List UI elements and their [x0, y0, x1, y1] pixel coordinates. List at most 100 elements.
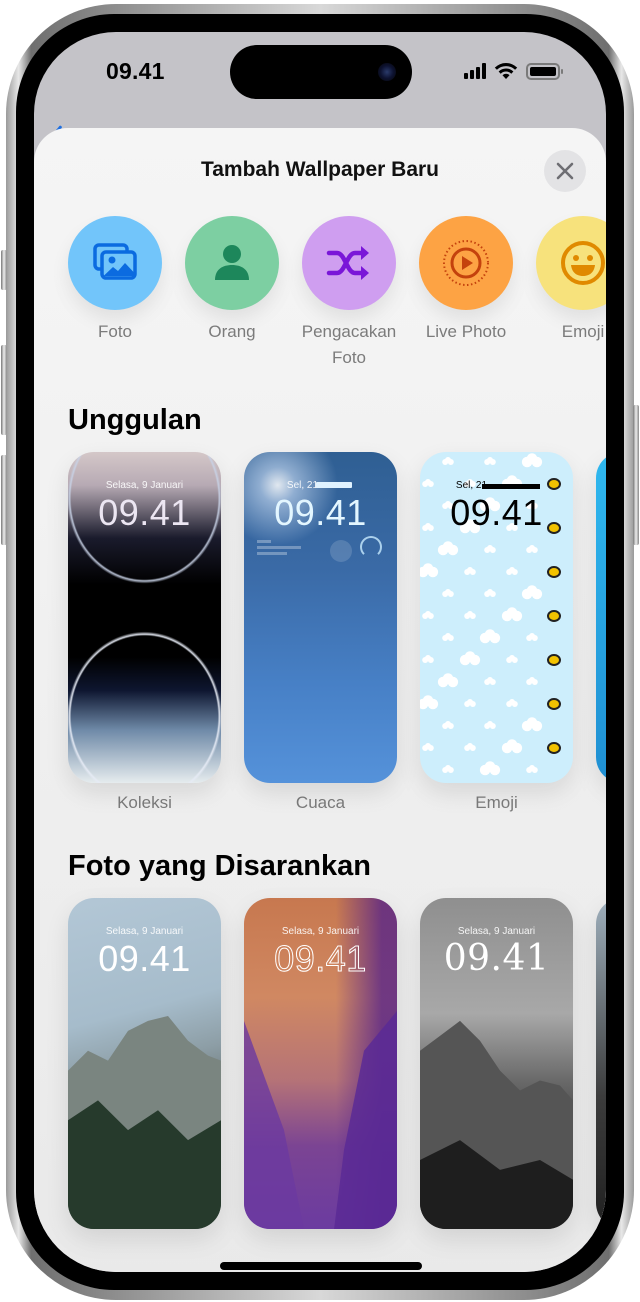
- category-people-circle[interactable]: [185, 216, 279, 310]
- volume-down-button: [1, 455, 7, 545]
- featured-card-emoji[interactable]: Sel, 21 09.41 Emoji: [420, 452, 573, 813]
- cloud-emoji: [484, 721, 496, 729]
- home-indicator[interactable]: [220, 1262, 422, 1270]
- weather-bar: [316, 482, 352, 488]
- bee-emoji: [547, 698, 561, 710]
- card-label: Koleksi: [117, 793, 172, 812]
- featured-card-partial[interactable]: [596, 452, 606, 813]
- cloud-emoji: [484, 457, 496, 465]
- emoji-icon: [561, 241, 605, 285]
- canyon-image: [244, 1010, 397, 1229]
- widget-placeholder: [257, 540, 271, 543]
- mountain-image: [68, 1015, 221, 1229]
- volume-up-button: [1, 345, 7, 435]
- category-photos-circle[interactable]: [68, 216, 162, 310]
- category-label: Orang: [208, 322, 256, 341]
- featured-card-weather[interactable]: Sel, 21 09.41 Cuaca: [244, 452, 397, 813]
- category-people[interactable]: Orang: [185, 216, 279, 371]
- widget-placeholder: [257, 552, 287, 555]
- cloud-emoji: [521, 717, 543, 732]
- close-button[interactable]: [544, 150, 586, 192]
- category-photo-shuffle-circle[interactable]: [302, 216, 396, 310]
- gauge-widget-icon: [360, 536, 382, 558]
- category-live-photo[interactable]: Live Photo: [419, 216, 513, 371]
- lock-time: 09.41: [274, 492, 367, 533]
- cloud-emoji: [464, 567, 476, 575]
- battery-icon: [526, 62, 563, 80]
- category-emoji-circle[interactable]: [536, 216, 606, 310]
- date-bar: [482, 484, 540, 489]
- category-label: Pengacakan Foto: [301, 322, 397, 367]
- dynamic-island: [230, 45, 412, 99]
- featured-card-collections[interactable]: Selasa, 9 Januari 09.41 Koleksi: [68, 452, 221, 813]
- lock-time: 09.41: [98, 938, 191, 979]
- cloud-emoji: [420, 563, 439, 578]
- suggested-photo-preview[interactable]: [596, 898, 606, 1229]
- action-button: [1, 250, 7, 290]
- suggested-photo-preview[interactable]: Selasa, 9 Januari 09.41: [244, 898, 397, 1229]
- cloud-emoji: [437, 541, 459, 556]
- close-icon: [556, 162, 574, 180]
- cloud-emoji: [459, 651, 481, 666]
- lock-date: Selasa, 9 Januari: [105, 926, 184, 937]
- cloud-emoji: [437, 673, 459, 688]
- cloud-emoji: [484, 677, 496, 685]
- card-label: Cuaca: [295, 793, 346, 812]
- wallpaper-preview-partial[interactable]: [596, 452, 606, 783]
- cloud-emoji: [442, 457, 454, 465]
- lock-time: 09.41: [98, 492, 191, 533]
- bee-emoji: [547, 566, 561, 578]
- screen: 09.41 Tambah Wallpaper Baru Foto Orang P…: [34, 32, 606, 1272]
- category-photo-shuffle[interactable]: Pengacakan Foto: [302, 216, 396, 371]
- bee-emoji: [547, 610, 561, 622]
- suggested-photos: Selasa, 9 Januari 09.41 Selasa, 9 Januar…: [68, 898, 606, 1229]
- cloud-emoji: [484, 589, 496, 597]
- category-live-photo-circle[interactable]: [419, 216, 513, 310]
- featured-wallpapers: Selasa, 9 Januari 09.41 Koleksi Sel, 21 …: [68, 452, 606, 813]
- category-photos[interactable]: Foto: [68, 216, 162, 371]
- suggested-card[interactable]: Selasa, 9 Januari 09.41: [244, 898, 397, 1229]
- cloud-emoji: [521, 585, 543, 600]
- wifi-icon: [494, 63, 518, 79]
- widget-placeholder: [330, 540, 352, 562]
- lock-date: Selasa, 9 Januari: [281, 926, 360, 937]
- cloud-emoji: [442, 721, 454, 729]
- lock-date: Selasa, 9 Januari: [457, 926, 536, 937]
- person-icon: [215, 245, 249, 280]
- suggested-photo-preview[interactable]: Selasa, 9 Januari 09.41: [68, 898, 221, 1229]
- wallpaper-categories: Foto Orang Pengacakan Foto Live Photo Em…: [68, 216, 606, 371]
- cloud-emoji: [506, 567, 518, 575]
- cloud-emoji: [420, 695, 439, 710]
- lock-date: Selasa, 9 Januari: [105, 480, 184, 491]
- mountain-image: [420, 1020, 573, 1229]
- front-camera-icon: [378, 63, 396, 81]
- add-wallpaper-sheet: Tambah Wallpaper Baru Foto Orang Pengaca…: [34, 128, 606, 1272]
- category-emoji[interactable]: Emoji: [536, 216, 606, 371]
- lock-time: 09.41: [274, 938, 367, 980]
- cloud-emoji: [506, 655, 518, 663]
- suggested-card[interactable]: Selasa, 9 Januari 09.41: [420, 898, 573, 1229]
- featured-section-title: Unggulan: [68, 404, 202, 436]
- live-photo-icon: [443, 240, 489, 286]
- wallpaper-preview-emoji[interactable]: Sel, 21 09.41: [420, 452, 573, 783]
- lock-time: 09.41: [443, 938, 550, 979]
- wallpaper-preview-collections[interactable]: Selasa, 9 Januari 09.41: [68, 452, 221, 783]
- cloud-emoji: [526, 545, 538, 553]
- cloud-emoji: [526, 765, 538, 773]
- shuffle-icon: [326, 246, 369, 280]
- bee-emoji: [547, 742, 561, 754]
- suggested-card[interactable]: Selasa, 9 Januari 09.41: [68, 898, 221, 1229]
- suggested-card-partial[interactable]: [596, 898, 606, 1229]
- cloud-emoji: [422, 611, 434, 619]
- photos-icon: [93, 243, 137, 280]
- cloud-emoji: [442, 765, 454, 773]
- cloud-emoji: [501, 607, 523, 622]
- cloud-emoji: [442, 589, 454, 597]
- bee-emoji: [547, 654, 561, 666]
- cloud-emoji: [422, 743, 434, 751]
- cloud-emoji: [479, 761, 501, 776]
- category-label: Live Photo: [425, 322, 507, 341]
- cloud-emoji: [442, 633, 454, 641]
- suggested-photo-preview[interactable]: Selasa, 9 Januari 09.41: [420, 898, 573, 1229]
- wallpaper-preview-weather[interactable]: Sel, 21 09.41: [244, 452, 397, 783]
